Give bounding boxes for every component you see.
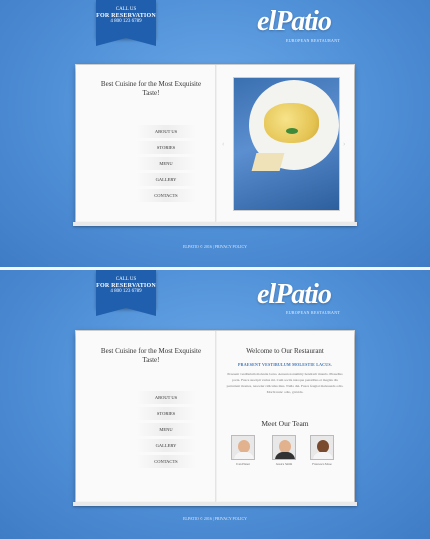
slider-prev-arrow[interactable]: ‹ <box>222 140 224 148</box>
top-preview: CALL US FOR RESERVATION 4 800 123 6789 e… <box>0 0 430 267</box>
book-panel: Best Cuisine for the Most Exquisite Tast… <box>73 331 357 506</box>
pasta-image <box>264 103 319 143</box>
main-menu: ABOUT US STORIES MENU GALLERY CONTACTS <box>136 391 196 471</box>
menu-item-menu[interactable]: MENU <box>136 423 196 436</box>
avatar-body <box>275 452 295 459</box>
menu-item-stories[interactable]: STORIES <box>136 141 196 154</box>
footer-links[interactable]: ELPATIO © 2016 | PRIVACY POLICY <box>0 516 430 521</box>
avatar <box>272 435 296 460</box>
welcome-text: Praesent vestibulum molestie lacus. Aene… <box>226 372 344 394</box>
reservation-ribbon[interactable]: CALL US FOR RESERVATION 4 800 123 6789 <box>96 0 156 46</box>
ribbon-phone: 4 800 123 6789 <box>110 289 142 294</box>
welcome-subtitle[interactable]: PRAESENT VESTIBULUM MOLESTIE LACUS. <box>221 362 349 367</box>
team-member[interactable]: Ivan Planet <box>231 435 255 466</box>
page-heading: Best Cuisine for the Most Exquisite Tast… <box>100 347 202 364</box>
menu-item-gallery[interactable]: GALLERY <box>136 173 196 186</box>
menu-item-contacts[interactable]: CONTACTS <box>136 455 196 468</box>
avatar <box>231 435 255 460</box>
menu-item-menu[interactable]: MENU <box>136 157 196 170</box>
footer-links[interactable]: ELPATIO © 2016 | PRIVACY POLICY <box>0 244 430 249</box>
menu-item-about[interactable]: ABOUT US <box>136 125 196 138</box>
team-member-name: Francesca Mose <box>312 462 332 466</box>
avatar <box>310 435 334 460</box>
team-title: Meet Our Team <box>261 419 309 428</box>
menu-item-about[interactable]: ABOUT US <box>136 391 196 404</box>
site-tagline: EUROPEAN RESTAURANT <box>286 310 341 315</box>
bottom-preview: CALL US FOR RESERVATION 4 800 123 6789 e… <box>0 270 430 539</box>
food-photo <box>233 77 340 211</box>
team-member-name: Jessica Smith <box>275 462 293 466</box>
reservation-ribbon[interactable]: CALL US FOR RESERVATION 4 800 123 6789 <box>96 270 156 316</box>
book-spine <box>215 331 217 502</box>
page-heading: Best Cuisine for the Most Exquisite Tast… <box>100 80 202 97</box>
cheese-image <box>251 153 285 171</box>
team-member[interactable]: Francesca Mose <box>310 435 334 466</box>
avatar-body <box>313 452 333 459</box>
book-spine <box>215 65 217 222</box>
ribbon-phone: 4 800 123 6789 <box>110 19 142 24</box>
menu-item-stories[interactable]: STORIES <box>136 407 196 420</box>
team-member-name: Ivan Planet <box>236 462 250 466</box>
main-menu: ABOUT US STORIES MENU GALLERY CONTACTS <box>136 125 196 205</box>
team-member[interactable]: Jessica Smith <box>272 435 296 466</box>
site-logo[interactable]: elPatio <box>257 6 332 38</box>
avatar-body <box>234 452 254 459</box>
basil-leaf-image <box>286 128 298 134</box>
welcome-title: Welcome to Our Restaurant <box>246 347 324 355</box>
site-tagline: EUROPEAN RESTAURANT <box>286 38 341 43</box>
slider-next-arrow[interactable]: › <box>343 140 345 148</box>
book-panel: Best Cuisine for the Most Exquisite Tast… <box>73 65 357 226</box>
menu-item-contacts[interactable]: CONTACTS <box>136 189 196 202</box>
site-logo[interactable]: elPatio <box>257 279 332 311</box>
menu-item-gallery[interactable]: GALLERY <box>136 439 196 452</box>
